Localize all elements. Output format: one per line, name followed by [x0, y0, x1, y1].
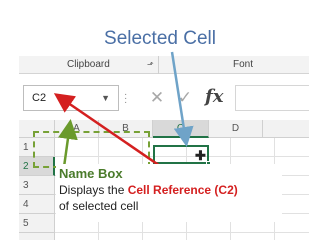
row-header-3[interactable]: 3: [19, 176, 55, 195]
callout-note: Name Box Displays the Cell Reference (C2…: [56, 164, 282, 222]
name-box-highlight: [33, 131, 150, 168]
insert-function-icon[interactable]: fx: [205, 86, 223, 107]
column-header-c[interactable]: C: [153, 120, 209, 138]
name-box[interactable]: C2 ▼: [23, 85, 119, 111]
ribbon-group-font: Font: [233, 59, 254, 70]
enter-icon[interactable]: ✓: [173, 86, 197, 110]
formula-bar: C2 ▼ · · · ✕ ✓ fx: [19, 74, 309, 120]
description-line-1: Displays the Cell Reference (C2): [59, 183, 238, 197]
slide-title: Selected Cell: [104, 28, 216, 49]
description-prefix: Displays the: [59, 183, 128, 197]
formula-input[interactable]: [235, 85, 309, 111]
row-header-4[interactable]: 4: [19, 195, 55, 214]
cell-reference-highlight: Cell Reference (C2): [127, 183, 238, 197]
ribbon-separator: [158, 56, 159, 74]
resize-handle-icon[interactable]: · · ·: [124, 90, 127, 108]
name-box-value: C2: [32, 92, 47, 104]
cell-cursor-icon: ✚: [195, 148, 206, 163]
column-header-d[interactable]: D: [209, 120, 263, 138]
dialog-launcher-icon[interactable]: ⬏: [147, 60, 154, 69]
name-box-heading: Name Box: [59, 166, 123, 181]
row-header-5[interactable]: 5: [19, 214, 55, 233]
ribbon-group-clipboard: Clipboard: [67, 59, 110, 70]
chevron-down-icon[interactable]: ▼: [101, 93, 110, 103]
cancel-icon[interactable]: ✕: [145, 86, 169, 110]
ribbon-group-labels: Clipboard ⬏ Font: [19, 56, 309, 74]
description-line-2: of selected cell: [59, 199, 139, 213]
